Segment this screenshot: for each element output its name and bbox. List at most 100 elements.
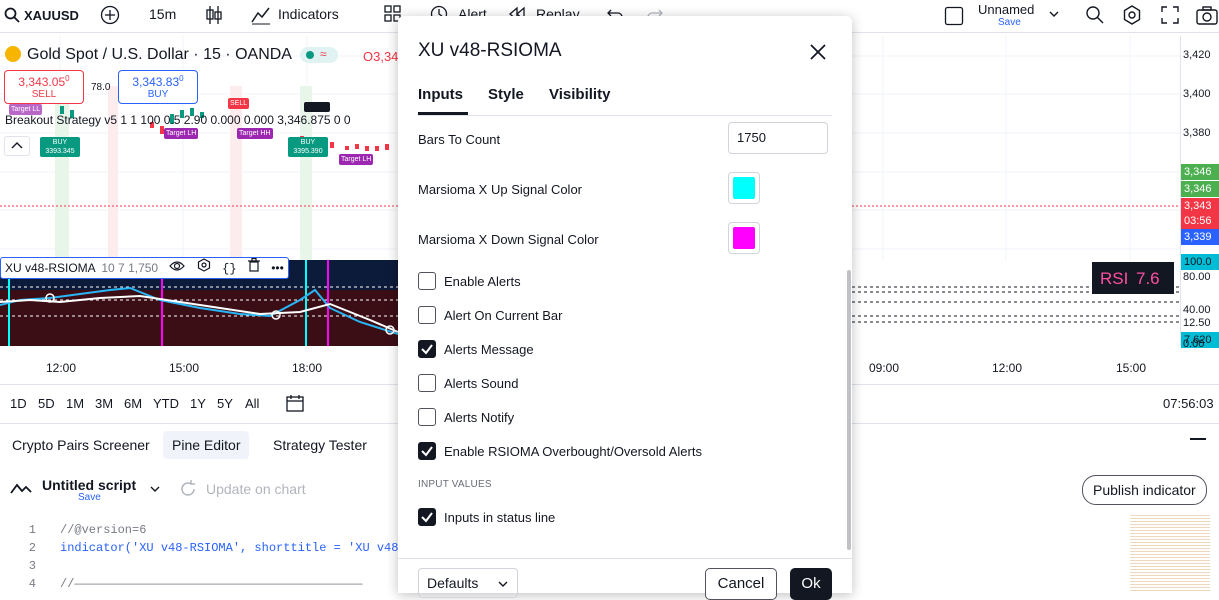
chevron-down-icon <box>498 581 508 587</box>
strategy-status-line: Breakout Strategy v5 1 1 100 0.5 2.90 0.… <box>5 113 351 127</box>
chevron-down-icon[interactable] <box>1048 7 1060 23</box>
checkmark-icon <box>421 512 433 523</box>
defaults-dropdown[interactable]: Defaults <box>418 568 518 598</box>
layout-square-icon[interactable] <box>944 6 964 29</box>
tabs-divider <box>418 115 832 116</box>
inputs-in-status-line-checkbox[interactable] <box>418 508 436 526</box>
signal-buy-2-price: 3395.390 <box>293 148 323 155</box>
fullscreen-icon[interactable] <box>1160 5 1180 28</box>
time-tick: 09:00 <box>869 361 900 375</box>
source-code-icon[interactable]: {} <box>222 262 236 276</box>
range-5y[interactable]: 5Y <box>217 396 233 411</box>
range-5d[interactable]: 5D <box>38 396 55 411</box>
price-tick: 3,400 <box>1183 88 1211 100</box>
publish-indicator-button[interactable]: Publish indicator <box>1082 475 1207 505</box>
buy-button[interactable]: 3,343.830 BUY <box>118 70 198 104</box>
range-3m[interactable]: 3M <box>95 396 113 411</box>
down-signal-color-label: Marsioma X Down Signal Color <box>418 232 599 247</box>
line-text: indicator('XU v48-RSIOMA', shorttitle = … <box>60 541 399 555</box>
sell-button[interactable]: 3,343.050 SELL <box>4 70 84 104</box>
time-tick: 15:00 <box>169 361 200 375</box>
line-text: //@version=6 <box>60 523 147 537</box>
interval-button[interactable]: 15m <box>149 6 176 22</box>
indicators-button[interactable]: Indicators <box>278 6 339 22</box>
refresh-icon <box>178 479 198 502</box>
clock-display[interactable]: 07:56:03 <box>1163 396 1214 411</box>
rsioma-ob-os-alerts-checkbox[interactable] <box>418 442 436 460</box>
up-signal-color-picker[interactable] <box>728 172 760 204</box>
bars-to-count-input[interactable]: 1750 <box>728 122 828 154</box>
symbol-search[interactable]: XAUUSD <box>24 8 79 23</box>
tab-pine-editor[interactable]: Pine Editor <box>163 431 250 459</box>
candles-icon[interactable] <box>205 5 223 28</box>
rsi-badge-value: 7.6 <box>1136 269 1160 288</box>
collapse-legend-icon[interactable] <box>4 136 30 156</box>
rsi-value-badge: RSI 7.6 <box>1092 262 1174 294</box>
script-name[interactable]: Untitled script <box>42 477 136 493</box>
tab-strategy-tester[interactable]: Strategy Tester <box>264 431 376 459</box>
chevron-down-icon[interactable] <box>149 483 161 498</box>
tab-crypto-pairs-screener[interactable]: Crypto Pairs Screener <box>3 431 159 459</box>
rsi-tick: 12.50 <box>1183 317 1211 329</box>
enable-alerts-checkbox[interactable] <box>418 272 436 290</box>
down-color-swatch <box>733 227 755 249</box>
goto-date-icon[interactable] <box>285 393 305 416</box>
enable-alerts-label: Enable Alerts <box>444 274 521 289</box>
rsioma-pane[interactable]: XU v48-RSIOMA 10 7 1,750 {} ••• <box>0 257 399 346</box>
line-number: 3 <box>28 559 36 573</box>
defaults-label: Defaults <box>427 575 479 591</box>
range-all[interactable]: All <box>245 396 259 411</box>
alerts-message-checkbox[interactable] <box>418 340 436 358</box>
range-6m[interactable]: 6M <box>124 396 142 411</box>
gold-symbol-icon <box>5 46 21 62</box>
buy-label: BUY <box>147 89 169 100</box>
alerts-notify-checkbox[interactable] <box>418 408 436 426</box>
alert-current-bar-label: Alert On Current Bar <box>444 308 563 323</box>
quick-search-icon[interactable] <box>1085 5 1105 28</box>
down-signal-color-picker[interactable] <box>728 222 760 254</box>
checkmark-icon <box>421 344 433 355</box>
pine-logo-icon <box>10 481 32 498</box>
signal-target-lh-2: Target LH <box>339 154 374 165</box>
search-icon[interactable] <box>4 7 20 26</box>
signal-sell: SELL <box>228 98 250 109</box>
cancel-button[interactable]: Cancel <box>705 568 777 600</box>
alerts-message-label: Alerts Message <box>444 342 534 357</box>
alert-current-bar-checkbox[interactable] <box>418 306 436 324</box>
indicator-settings-dialog: XU v48-RSIOMA Inputs Style Visibility Ba… <box>398 16 852 600</box>
time-tick: 15:00 <box>1116 361 1147 375</box>
range-ytd[interactable]: YTD <box>153 396 179 411</box>
ok-button[interactable]: Ok <box>790 568 832 600</box>
minimize-panel-icon[interactable] <box>1190 438 1206 440</box>
eye-icon[interactable] <box>169 261 188 275</box>
tab-inputs[interactable]: Inputs <box>418 86 463 103</box>
signal-buy-1: BUY 3393.345 <box>40 137 80 157</box>
tab-style[interactable]: Style <box>488 86 524 103</box>
close-icon[interactable] <box>806 40 830 64</box>
sell-price: 3,343.05 <box>18 75 66 89</box>
range-1m[interactable]: 1M <box>66 396 84 411</box>
rsioma-name: XU v48-RSIOMA <box>5 261 96 275</box>
update-on-chart-button[interactable]: Update on chart <box>206 481 306 497</box>
market-status-icon[interactable]: ≈ <box>300 47 338 63</box>
price-tag-countdown: 03:56 <box>1181 213 1219 229</box>
alerts-sound-checkbox[interactable] <box>418 374 436 392</box>
settings-gear-icon[interactable] <box>1122 5 1142 28</box>
settings-icon[interactable] <box>197 258 214 275</box>
more-options-icon[interactable]: ••• <box>271 261 284 275</box>
line-number: 1 <box>28 523 36 537</box>
dialog-title: XU v48-RSIOMA <box>418 40 562 61</box>
range-1d[interactable]: 1D <box>10 396 27 411</box>
code-minimap[interactable] <box>1130 515 1210 593</box>
camera-icon[interactable] <box>1196 5 1218 28</box>
range-1y[interactable]: 1Y <box>190 396 206 411</box>
indicators-icon[interactable] <box>251 5 271 28</box>
layout-name[interactable]: Unnamed <box>978 2 1034 17</box>
tab-visibility[interactable]: Visibility <box>549 86 610 103</box>
add-symbol-icon[interactable] <box>100 5 120 28</box>
input-values-section-title: INPUT VALUES <box>418 479 492 490</box>
dialog-scrollbar[interactable] <box>847 270 851 550</box>
price-axis[interactable]: 3,420 3,400 3,380 3,346 3,346 3,343 03:5… <box>1180 36 1219 350</box>
rsioma-legend[interactable]: XU v48-RSIOMA 10 7 1,750 {} ••• <box>0 257 289 279</box>
trash-icon[interactable] <box>247 257 263 275</box>
